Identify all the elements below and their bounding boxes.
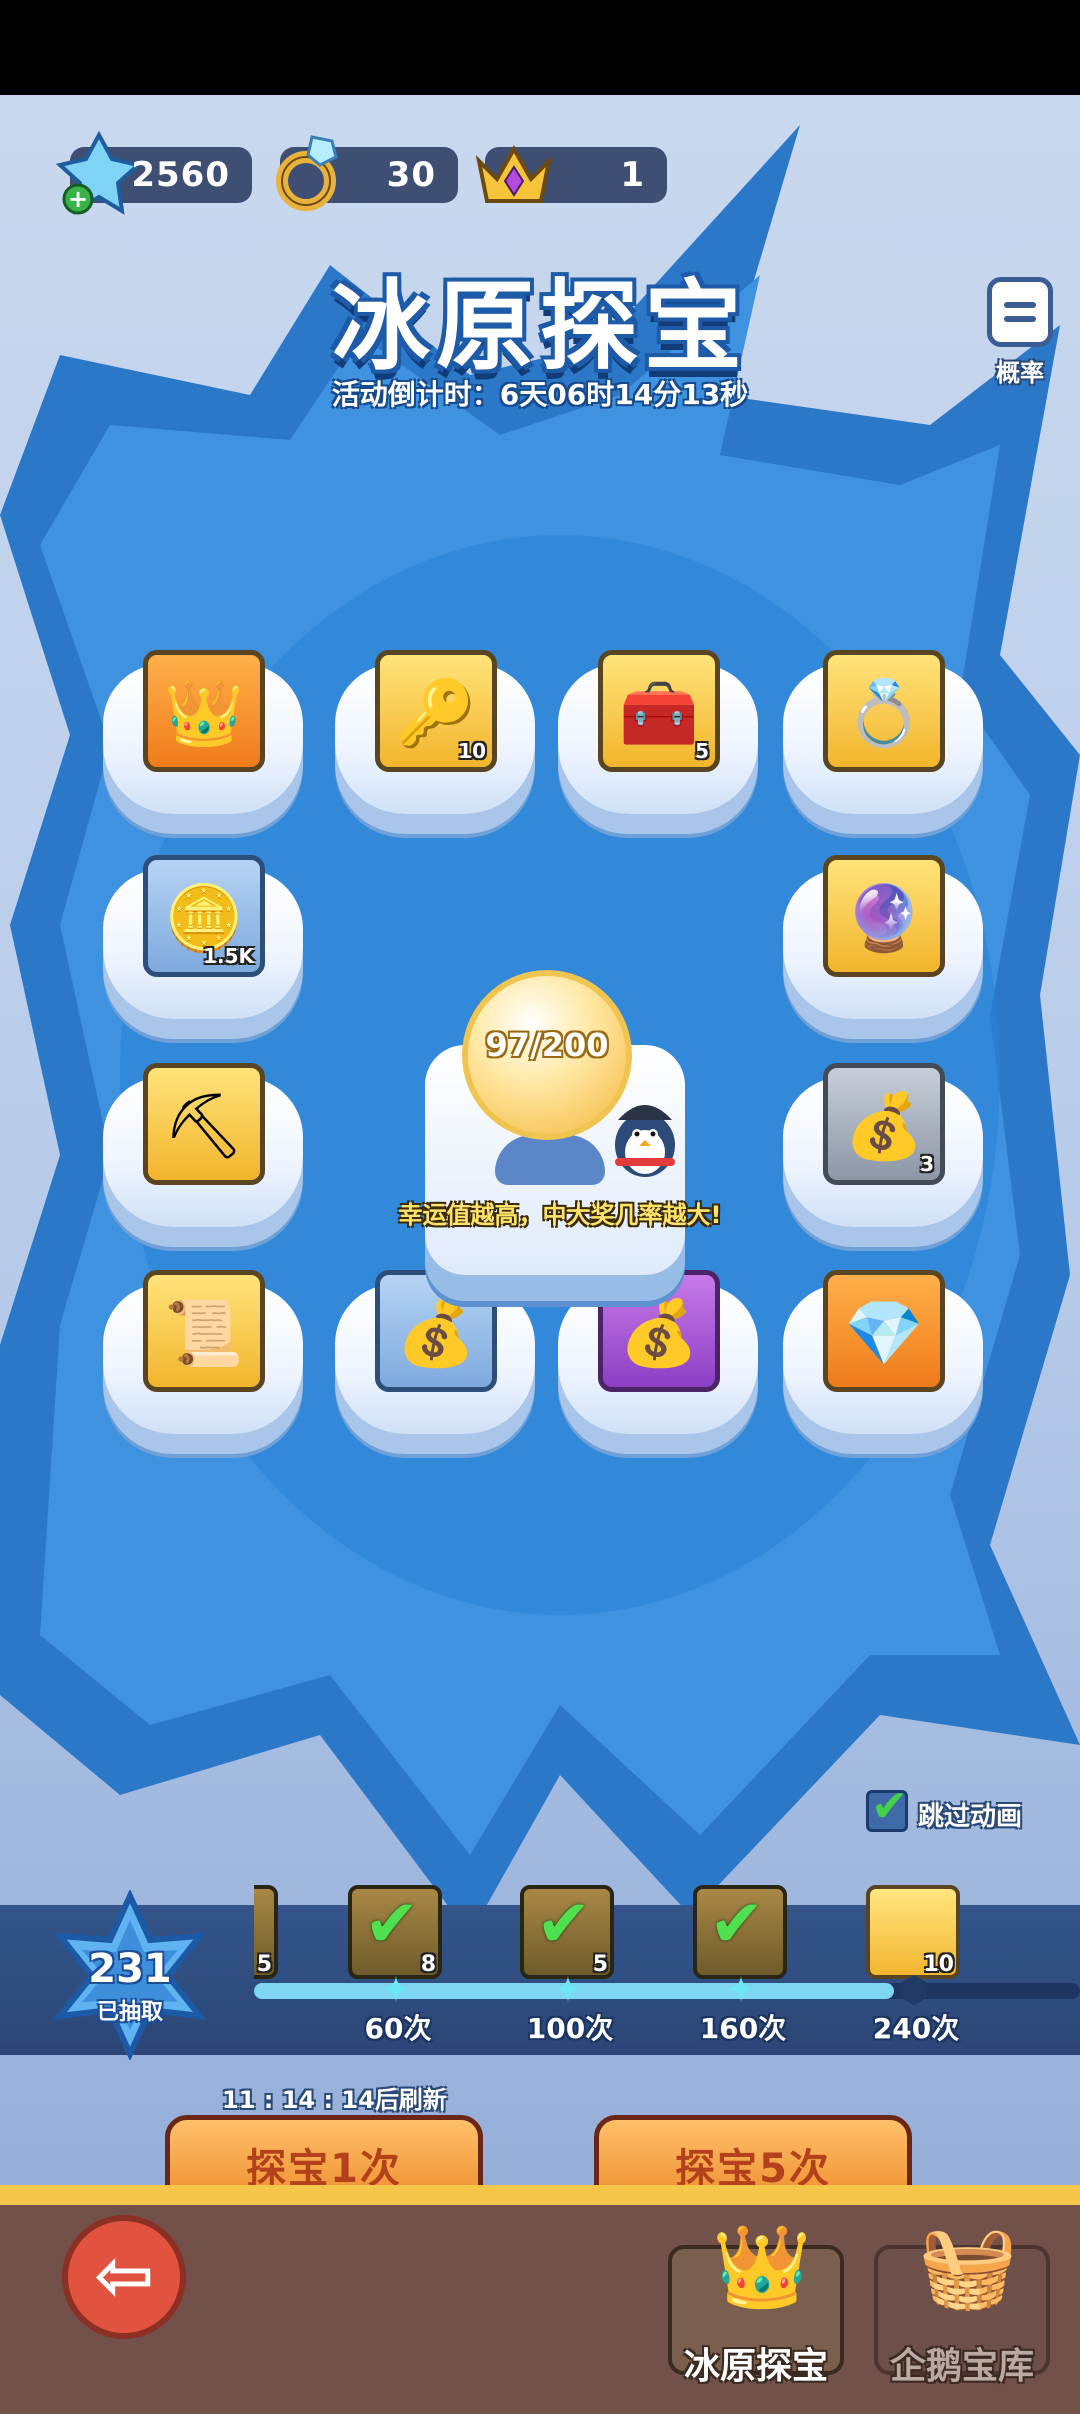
back-button[interactable]: ⇦ — [62, 2215, 186, 2339]
currency-ring: 30 — [276, 135, 458, 211]
ore-icon: 8 — [348, 1885, 442, 1979]
status-bar — [0, 0, 1080, 95]
reward-tile-crown: 👑 — [103, 650, 303, 840]
diamond-ring-icon: 💍 — [823, 650, 945, 772]
draw-count-badge: 231 已抽取 — [50, 1890, 210, 2060]
document-icon — [987, 277, 1053, 347]
luck-hint: 幸运值越高，中大奖几率越大! — [398, 1201, 722, 1229]
treasure-basket-icon: 🧺 — [918, 2220, 1018, 2313]
event-title: 冰原探宝 — [331, 270, 748, 384]
reward-tile-scroll: 📜 — [103, 1270, 303, 1460]
mystery-bag-icon: 💰 3 — [823, 1063, 945, 1185]
crystal-value: 2560 — [131, 155, 230, 195]
probability-button[interactable]: 概率 — [975, 277, 1065, 387]
track-node-100: ✦ — [552, 1970, 584, 2011]
diamond-ring-icon — [276, 135, 338, 211]
crown-gem-icon: 👑 — [712, 2220, 812, 2313]
track-node-60: ✦ — [380, 1970, 412, 2011]
game-screen: + 2560 30 1 冰原探宝 活动倒计时：6天06时14分13秒 概率 👑 … — [0, 95, 1080, 2414]
milestone-track[interactable]: 5 8 60次 5 100次 160次 10 240次 ✦ ✦ ✦ ⬢ — [254, 1885, 1080, 2055]
crown-value: 1 — [620, 155, 645, 195]
reward-tile-ring: 💍 — [783, 650, 983, 840]
reward-tile-key: 🔑 10 — [335, 650, 535, 840]
checkbox-checked-icon[interactable] — [866, 1781, 908, 1832]
luck-value: 97/200 — [485, 1026, 609, 1064]
tab-ice-treasure[interactable]: 👑 冰原探宝 — [668, 2220, 844, 2387]
pickaxe-icon: ⛏ — [143, 1063, 265, 1185]
currency-crown: 1 — [475, 144, 667, 203]
draw-count: 231 — [88, 1946, 172, 1992]
currency-crystal[interactable]: + 2560 — [56, 131, 252, 215]
gold-crystal-icon: 💎 — [823, 1270, 945, 1392]
track-node-240: ⬢ — [898, 1970, 930, 2011]
tab-label: 企鹅宝库 — [889, 2346, 1034, 2387]
crown-icon — [475, 144, 553, 203]
draw-count-label: 已抽取 — [96, 2000, 163, 2025]
ice-crystal-plus-icon: + — [56, 131, 142, 215]
tab-label: 冰原探宝 — [683, 2346, 828, 2387]
reward-tile-grey-bag: 💰 3 — [783, 1063, 983, 1253]
pearl-icon: 10 — [866, 1885, 960, 1979]
purple-orb-icon: 🔮 — [823, 855, 945, 977]
reward-tile-pickaxe: ⛏ — [103, 1063, 303, 1253]
track-node-160: ✦ — [725, 1970, 757, 2011]
reward-tile-blue-bag: 💰 — [335, 1270, 535, 1460]
ring-value: 30 — [386, 155, 436, 195]
crown-icon: 👑 — [143, 650, 265, 772]
ore-icon: 5 — [520, 1885, 614, 1979]
penguin-icon — [615, 1105, 675, 1177]
reward-tile-crystal: 💎 — [783, 1270, 983, 1460]
mystery-bag-icon: 💰 — [598, 1270, 720, 1392]
mystery-bag-icon: 💰 — [375, 1270, 497, 1392]
milestone-label: 100次 — [526, 2012, 614, 2045]
tab-penguin-vault[interactable]: 🧺 企鹅宝库 — [874, 2220, 1050, 2387]
orb-stand — [495, 1135, 605, 1185]
gold-coin-icon: 🪙 1.5K — [143, 855, 265, 977]
reward-tile-chest: 🧰 5 — [558, 650, 758, 840]
treasure-chest-icon: 🧰 5 — [598, 650, 720, 772]
scroll-icon: 📜 — [143, 1270, 265, 1392]
milestone-label: 60次 — [364, 2012, 432, 2045]
reward-tile-coin: 🪙 1.5K — [103, 855, 303, 1045]
svg-text:+: + — [68, 185, 88, 213]
bag-icon — [693, 1885, 787, 1979]
reward-tile-purple-bag: 💰 — [558, 1270, 758, 1460]
refresh-timer: 11 : 14 : 14后刷新 — [222, 2086, 447, 2114]
skip-animation-label: 跳过动画 — [918, 1802, 1023, 1832]
milestone-label: 240次 — [872, 2012, 960, 2045]
key-icon: 🔑 10 — [375, 650, 497, 772]
back-arrow-icon: ⇦ — [93, 2233, 155, 2317]
reward-tile-orb: 🔮 — [783, 855, 983, 1045]
bag-icon: 5 — [254, 1885, 278, 1979]
event-countdown: 活动倒计时：6天06时14分13秒 — [331, 378, 749, 411]
probability-label: 概率 — [996, 359, 1044, 387]
milestone-label: 160次 — [699, 2012, 787, 2045]
milestone-partial[interactable]: 5 — [254, 1885, 284, 1985]
